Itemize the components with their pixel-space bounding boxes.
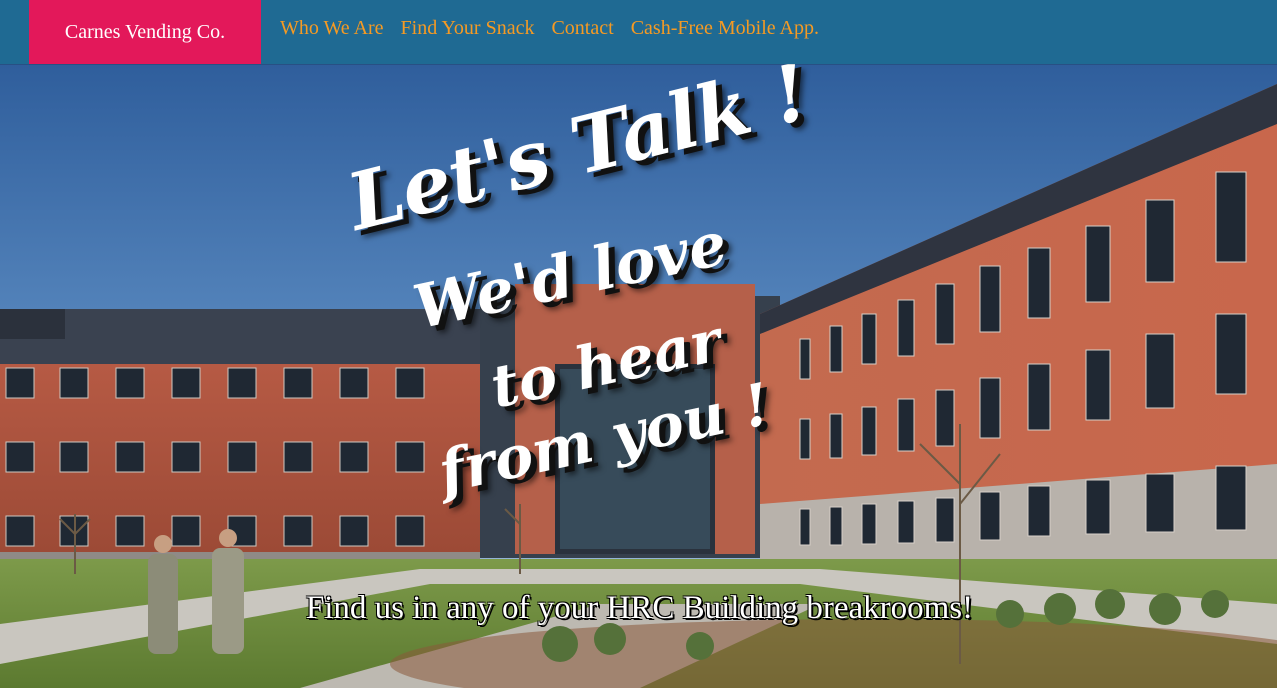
nav-link-contact[interactable]: Contact	[551, 17, 613, 40]
hero-subtext-label: Find us in any of your HRC Building brea…	[305, 590, 974, 626]
main-nav: Who We Are Find Your Snack Contact Cash-…	[280, 0, 819, 56]
nav-link-who-we-are[interactable]: Who We Are	[280, 17, 384, 40]
brand-logo-link[interactable]: Carnes Vending Co.	[29, 0, 261, 64]
nav-link-mobile-app[interactable]: Cash-Free Mobile App.	[631, 17, 819, 40]
hero-subtext: Find us in any of your HRC Building brea…	[0, 590, 1277, 627]
top-navigation-bar: Carnes Vending Co. Who We Are Find Your …	[0, 0, 1277, 64]
hero-banner: Let's Talk ! We'd love to hear from you …	[0, 64, 1277, 688]
nav-link-find-your-snack[interactable]: Find Your Snack	[401, 17, 535, 40]
